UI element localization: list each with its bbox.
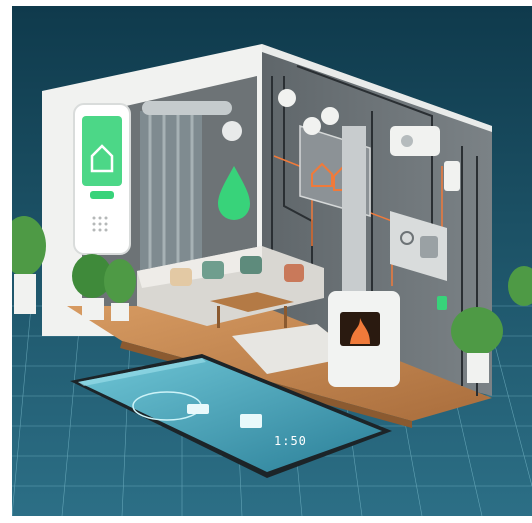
chimney-pipe	[342, 126, 366, 306]
phone-button	[187, 404, 209, 414]
cushion	[202, 261, 224, 279]
table-leg	[284, 306, 287, 328]
ceiling-light	[321, 107, 339, 125]
ac-unit	[390, 126, 440, 156]
speaker-grille	[92, 216, 108, 232]
phone-button	[240, 414, 262, 428]
smart-home-scene	[12, 6, 532, 516]
ceiling-light	[303, 117, 321, 135]
wall-sensor	[444, 161, 460, 191]
table-leg	[217, 306, 220, 328]
cushion	[170, 268, 192, 286]
smart-panel-screen	[82, 116, 122, 186]
panel-button	[420, 236, 438, 258]
ac-vent	[401, 135, 413, 147]
cushion	[284, 264, 304, 282]
image-frame: 1:50	[12, 6, 532, 516]
air-duct	[142, 101, 232, 115]
panel-indicator	[90, 191, 114, 199]
cushion	[240, 256, 262, 274]
wall-sensor	[222, 121, 242, 141]
phone-time: 1:50	[274, 434, 307, 448]
status-sensor	[437, 296, 447, 310]
ceiling-light	[278, 89, 296, 107]
